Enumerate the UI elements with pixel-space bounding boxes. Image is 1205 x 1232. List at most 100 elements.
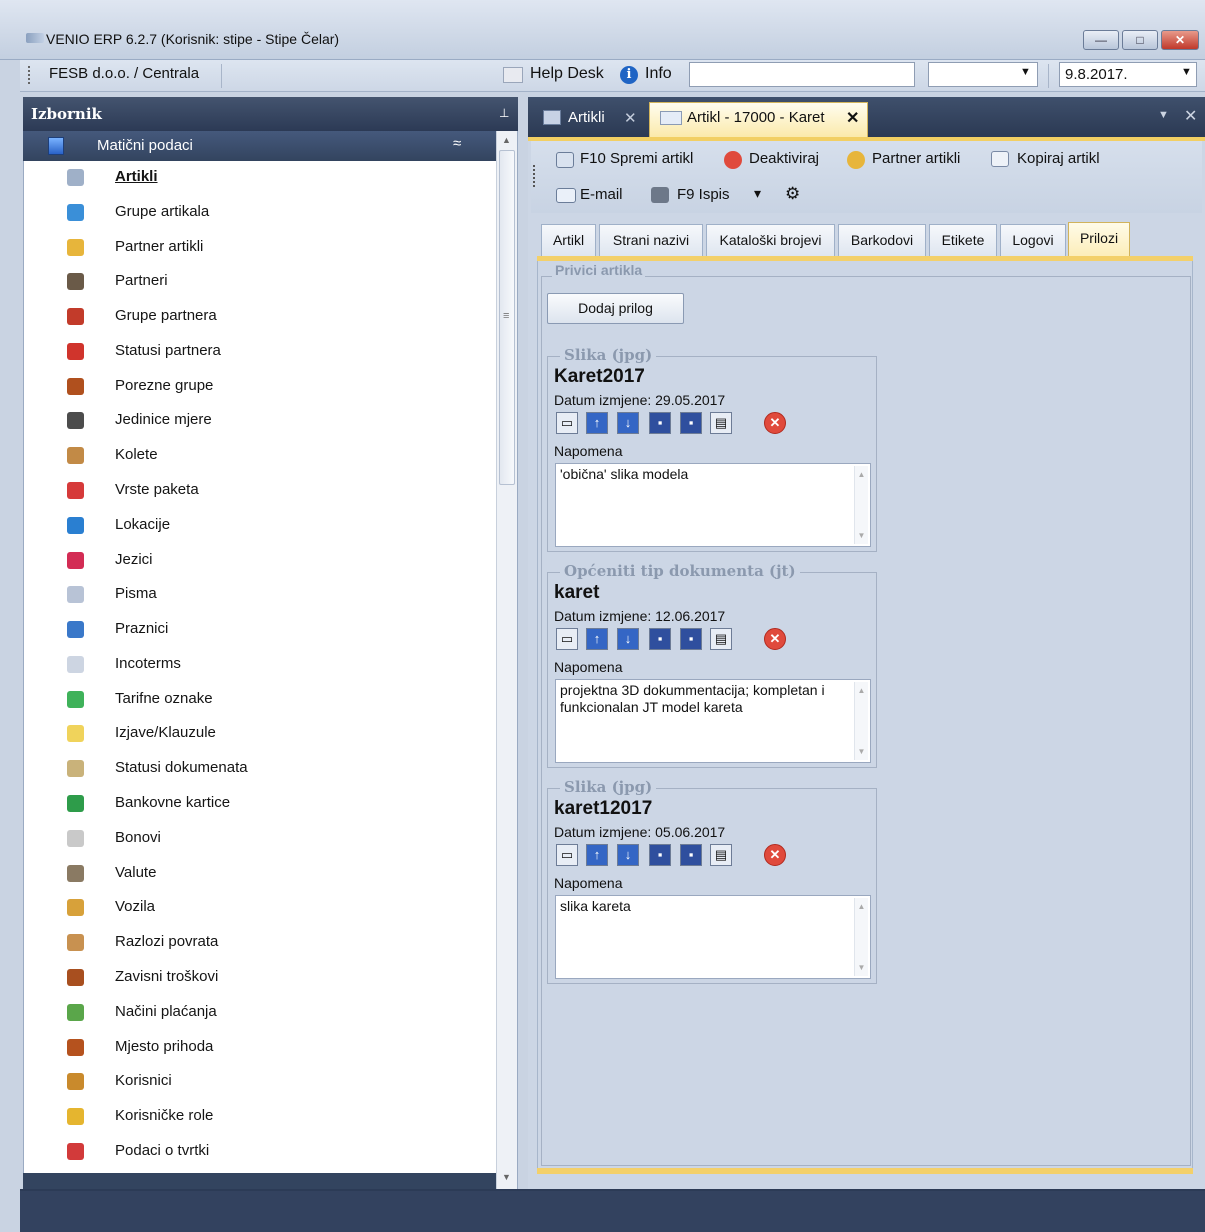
sidebar-item-zavisni-troškovi[interactable]: Zavisni troškovi [40,963,490,997]
scroll-up-icon[interactable]: ▲ [855,898,868,915]
note-scrollbar[interactable]: ▲ ▼ [854,466,868,544]
tab-artikl[interactable]: Artikl [541,224,596,256]
sidebar-item-label[interactable]: Razlozi povrata [115,933,218,950]
collapse-icon[interactable]: ≈ [453,135,461,152]
sidebar-item-label[interactable]: Statusi partnera [115,342,221,359]
sidebar-item-grupe-artikala[interactable]: Grupe artikala [40,198,490,232]
download-icon[interactable]: ↓ [617,844,639,866]
download-icon[interactable]: ↓ [617,412,639,434]
scroll-up-icon[interactable]: ▲ [855,682,868,699]
maximize-button[interactable]: □ [1122,30,1158,50]
sidebar-item-mjesto-prihoda[interactable]: Mjesto prihoda [40,1033,490,1067]
help-desk-icon[interactable] [503,67,523,83]
sidebar-item-bankovne-kartice[interactable]: Bankovne kartice [40,789,490,823]
menu-group-header[interactable] [23,131,496,161]
print-icon[interactable]: ▤ [710,628,732,650]
scroll-up-icon[interactable]: ▲ [855,466,868,483]
search-input[interactable] [689,62,915,87]
sidebar-item-tarifne-oznake[interactable]: Tarifne oznake [40,685,490,719]
add-attachment-button[interactable]: Dodaj prilog [547,293,684,324]
sidebar-item-korisničke-role[interactable]: Korisničke role [40,1102,490,1136]
tab-barkodovi[interactable]: Barkodovi [838,224,926,256]
sidebar-item-label[interactable]: Bonovi [115,829,161,846]
chevron-down-icon[interactable]: ▼ [1020,66,1031,78]
sidebar-item-praznici[interactable]: Praznici [40,615,490,649]
sidebar-item-label[interactable]: Valute [115,864,156,881]
sidebar-item-jedinice-mjere[interactable]: Jedinice mjere [40,406,490,440]
info-link[interactable]: Info [645,65,672,83]
tab-logovi[interactable]: Logovi [1000,224,1066,256]
sidebar-item-label[interactable]: Bankovne kartice [115,794,230,811]
sidebar-item-label[interactable]: Statusi dokumenata [115,759,248,776]
print-icon[interactable] [651,187,669,203]
sidebar-item-label[interactable]: Izjave/Klauzule [115,724,216,741]
sidebar-item-label[interactable]: Kolete [115,446,158,463]
save-icon[interactable]: ▪ [649,412,671,434]
sidebar-item-label[interactable]: Artikli [115,168,158,185]
sidebar-item-label[interactable]: Vrste paketa [115,481,199,498]
save-icon[interactable] [556,152,574,168]
sidebar-item-label[interactable]: Grupe partnera [115,307,217,324]
help-desk-link[interactable]: Help Desk [530,65,604,83]
sidebar-item-label[interactable]: Grupe artikala [115,203,209,220]
note-text[interactable]: slika kareta [560,898,631,914]
pin-icon[interactable]: ⊥ [499,106,509,120]
email-icon[interactable] [556,188,576,203]
delete-icon[interactable]: ✕ [764,412,786,434]
sidebar-item-label[interactable]: Jedinice mjere [115,411,212,428]
save-as-icon[interactable]: ▪ [680,844,702,866]
save-as-icon[interactable]: ▪ [680,628,702,650]
sidebar-item-jezici[interactable]: Jezici [40,546,490,580]
sidebar-item-label[interactable]: Praznici [115,620,168,637]
print-icon[interactable]: ▤ [710,412,732,434]
chevron-down-icon[interactable]: ▼ [1181,66,1192,78]
close-document-icon[interactable]: ✕ [1184,106,1197,126]
open-icon[interactable]: ▭ [556,844,578,866]
sidebar-item-partneri[interactable]: Partneri [40,267,490,301]
delete-icon[interactable]: ✕ [764,628,786,650]
sidebar-item-kolete[interactable]: Kolete [40,441,490,475]
toolbar-grip[interactable] [533,165,536,187]
sidebar-item-label[interactable]: Tarifne oznake [115,690,213,707]
upload-icon[interactable]: ↑ [586,844,608,866]
sidebar-item-label[interactable]: Zavisni troškovi [115,968,218,985]
open-icon[interactable]: ▭ [556,628,578,650]
sidebar-item-vrste-paketa[interactable]: Vrste paketa [40,476,490,510]
close-tab-icon[interactable]: ✕ [846,108,859,128]
tab-artikl-karet-label[interactable]: Artikl - 17000 - Karet [687,109,825,126]
sidebar-item-podaci-o-tvrtki[interactable]: Podaci o tvrtki [40,1137,490,1171]
sidebar-item-label[interactable]: Jezici [115,551,153,568]
note-scrollbar[interactable]: ▲ ▼ [854,682,868,760]
sidebar-item-label[interactable]: Korisničke role [115,1107,213,1124]
sidebar-item-label[interactable]: Mjesto prihoda [115,1038,213,1055]
sidebar-item-vozila[interactable]: Vozila [40,893,490,927]
copy-article-button[interactable]: Kopiraj artikl [1017,150,1100,167]
sidebar-item-bonovi[interactable]: Bonovi [40,824,490,858]
sidebar-item-label[interactable]: Partneri [115,272,168,289]
close-window-button[interactable]: ✕ [1161,30,1199,50]
print-icon[interactable]: ▤ [710,844,732,866]
print-options-dropdown-icon[interactable]: ▾ [754,185,761,202]
download-icon[interactable]: ↓ [617,628,639,650]
copy-icon[interactable] [991,151,1009,167]
open-icon[interactable]: ▭ [556,412,578,434]
save-icon[interactable]: ▪ [649,844,671,866]
sidebar-item-korisnici[interactable]: Korisnici [40,1067,490,1101]
sidebar-item-label[interactable]: Partner artikli [115,238,203,255]
partner-articles-button[interactable]: Partner artikli [872,150,960,167]
sidebar-item-artikli[interactable]: Artikli [40,163,490,197]
sidebar-item-porezne-grupe[interactable]: Porezne grupe [40,372,490,406]
sidebar-item-grupe-partnera[interactable]: Grupe partnera [40,302,490,336]
settings-icon[interactable]: ⚙ [785,184,800,204]
sidebar-item-statusi-partnera[interactable]: Statusi partnera [40,337,490,371]
toolbar-grip[interactable] [28,66,31,84]
tab-etikete[interactable]: Etikete [929,224,997,256]
sidebar-item-načini-plaćanja[interactable]: Načini plaćanja [40,998,490,1032]
close-tab-icon[interactable]: ✕ [624,109,637,127]
tab-strani-nazivi[interactable]: Strani nazivi [599,224,703,256]
scroll-down-icon[interactable]: ▼ [855,527,868,544]
sidebar-item-label[interactable]: Pisma [115,585,157,602]
minimize-button[interactable]: — [1083,30,1119,50]
note-scrollbar[interactable]: ▲ ▼ [854,898,868,976]
scroll-down-icon[interactable]: ▼ [855,959,868,976]
